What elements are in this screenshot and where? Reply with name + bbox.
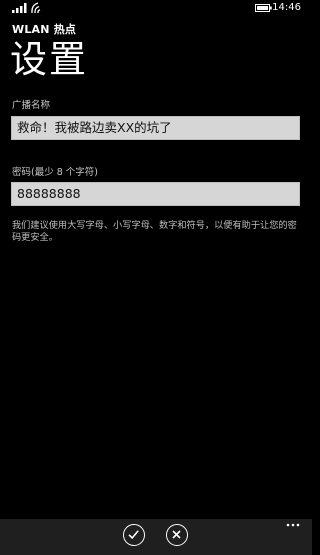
status-bar: 14:46	[0, 0, 312, 16]
password-hint: 我们建议使用大写字母、小写字母、数字和符号，以便有助于让您的密码更安全。	[12, 220, 297, 243]
clock: 14:46	[272, 2, 301, 13]
confirm-button[interactable]	[123, 524, 145, 546]
password-input[interactable]: 88888888	[11, 182, 300, 206]
password-label: 密码(最少 8 个字符)	[12, 167, 98, 178]
page-title: 设置	[10, 38, 88, 81]
close-icon	[172, 530, 181, 539]
more-icon[interactable]	[286, 523, 300, 527]
signal-icon	[12, 3, 27, 13]
app-bar	[0, 519, 312, 555]
battery-icon	[255, 4, 272, 12]
check-icon	[128, 530, 139, 540]
ssid-input[interactable]: 救命！我被路边卖XX的坑了	[11, 116, 300, 140]
wifi-icon	[31, 2, 41, 13]
ssid-label: 广播名称	[12, 100, 51, 111]
cancel-button[interactable]	[166, 524, 188, 546]
app-title: WLAN 热点	[12, 23, 77, 36]
